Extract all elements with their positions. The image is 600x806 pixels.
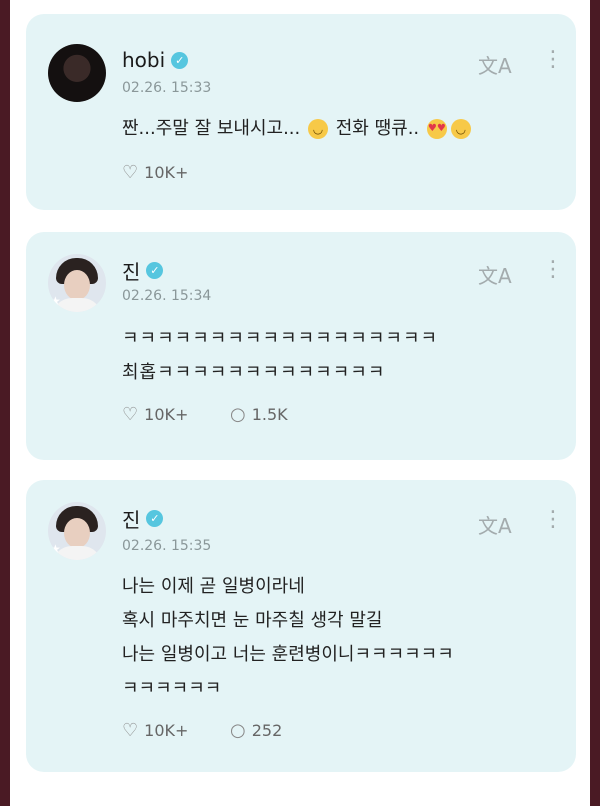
like-button[interactable]: ♡ 10K+ — [122, 720, 188, 741]
star-icon: ★ — [50, 294, 61, 308]
author-label: 진 — [122, 260, 141, 284]
author-label: 진 — [122, 508, 141, 532]
verified-icon: ✓ — [146, 510, 164, 527]
comment-button[interactable]: ○ 252 — [230, 720, 282, 741]
more-vertical-icon[interactable]: ⋮ — [542, 49, 564, 71]
post-card[interactable]: ★ 진 ✓ 02.26. 15:35 文A ⋮ 나는 이제 곧 일병이라네 혹시… — [26, 480, 576, 772]
heart-eyes-emoji-icon: ♥♥ — [426, 119, 447, 139]
post-text-line: ㅋㅋㅋㅋㅋㅋ — [122, 678, 222, 699]
like-button[interactable]: ♡ 10K+ — [122, 404, 188, 425]
more-vertical-icon[interactable]: ⋮ — [542, 259, 564, 281]
smile-emoji-icon: ◡ — [308, 119, 328, 139]
comment-icon: ○ — [230, 404, 246, 425]
verified-icon: ✓ — [146, 262, 164, 279]
post-text-line: ㅋㅋㅋㅋㅋㅋㅋㅋㅋㅋㅋㅋㅋㅋㅋㅋㅋㅋ — [122, 328, 439, 349]
post-time: 02.26. 15:34 — [122, 288, 212, 304]
more-vertical-icon[interactable]: ⋮ — [542, 509, 564, 531]
translate-icon[interactable]: 文A — [478, 510, 512, 539]
comment-icon: ○ — [230, 720, 246, 741]
like-count: 10K+ — [144, 405, 189, 424]
author-name[interactable]: 진 ✓ — [122, 504, 164, 533]
post-text-line: 나는 일병이고 너는 훈련병이니ㅋㅋㅋㅋㅋㅋ — [122, 644, 454, 665]
post-time: 02.26. 15:35 — [122, 538, 212, 554]
post-text-line: 나는 이제 곧 일병이라네 — [122, 576, 305, 597]
like-icon: ♡ — [122, 720, 139, 741]
verified-icon: ✓ — [171, 51, 189, 69]
like-icon: ♡ — [122, 404, 139, 425]
author-name[interactable]: 진 ✓ — [122, 256, 164, 285]
comment-count: 1.5K — [251, 405, 288, 424]
post-time: 02.26. 15:33 — [122, 80, 212, 96]
post-card[interactable]: hobi ✓ 02.26. 15:33 文A ⋮ 짠...주말 잘 보내시고..… — [26, 14, 576, 210]
like-button[interactable]: ♡ 10K+ — [122, 162, 188, 183]
post-text-part: 짠...주말 잘 보내시고... — [122, 118, 301, 139]
comment-button[interactable]: ○ 1.5K — [230, 404, 288, 425]
comment-count: 252 — [251, 721, 283, 740]
avatar-face — [64, 518, 90, 548]
smile-emoji-icon: ◡ — [450, 119, 471, 139]
post-card[interactable]: ★ 진 ✓ 02.26. 15:34 文A ⋮ ㅋㅋㅋㅋㅋㅋㅋㅋㅋㅋㅋㅋㅋㅋㅋㅋ… — [26, 232, 576, 460]
translate-icon[interactable]: 文A — [478, 50, 512, 79]
post-text: 짠...주말 잘 보내시고... ◡ 전화 땡큐.. ♥♥ ◡ — [122, 114, 473, 140]
avatar[interactable] — [48, 44, 106, 102]
like-count: 10K+ — [144, 163, 189, 182]
like-count: 10K+ — [144, 721, 189, 740]
author-name[interactable]: hobi ✓ — [122, 48, 189, 72]
star-icon: ★ — [50, 542, 61, 556]
avatar[interactable]: ★ — [48, 254, 106, 312]
avatar-face — [64, 270, 90, 300]
translate-icon[interactable]: 文A — [478, 260, 512, 289]
author-label: hobi — [122, 48, 166, 72]
post-text-line: 최홉ㅋㅋㅋㅋㅋㅋㅋㅋㅋㅋㅋㅋㅋ — [122, 362, 386, 383]
avatar[interactable]: ★ — [48, 502, 106, 560]
like-icon: ♡ — [122, 162, 139, 183]
post-text-line: 혹시 마주치면 눈 마주칠 생각 말길 — [122, 610, 383, 631]
post-text-part: 전화 땡큐.. — [335, 118, 420, 139]
page: hobi ✓ 02.26. 15:33 文A ⋮ 짠...주말 잘 보내시고..… — [10, 0, 590, 806]
